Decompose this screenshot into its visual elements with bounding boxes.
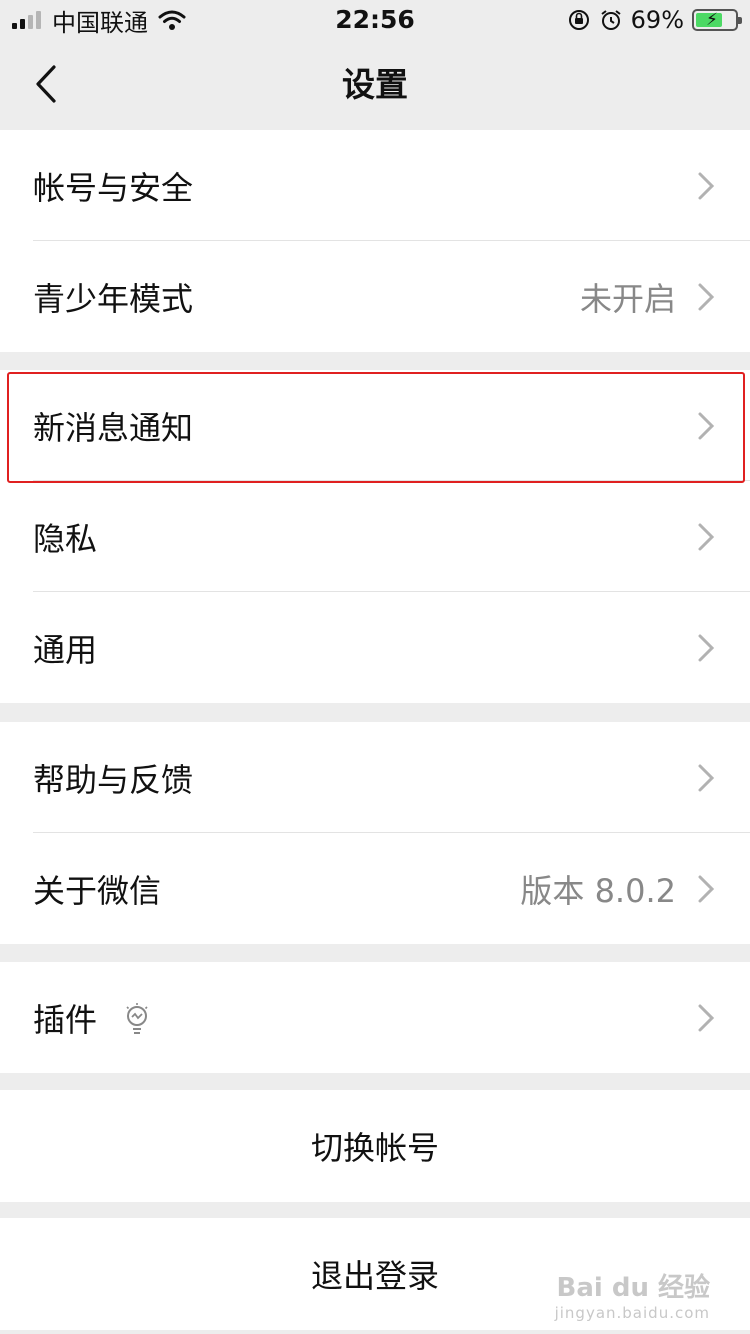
chevron-right-icon	[698, 523, 715, 551]
settings-item-label: 帐号与安全	[33, 168, 194, 207]
settings-item-help-feedback[interactable]: 帮助与反馈	[0, 722, 750, 833]
settings-item-label: 青少年模式	[33, 279, 194, 318]
lightbulb-icon	[126, 1003, 148, 1034]
settings-item-plugins[interactable]: 插件	[0, 962, 750, 1073]
settings-item-label: 帮助与反馈	[33, 760, 194, 799]
settings-item-label: 新消息通知	[33, 408, 194, 447]
navigation-bar: 设置	[0, 40, 750, 130]
chevron-right-icon	[698, 875, 715, 903]
chevron-right-icon	[698, 764, 715, 792]
status-bar: 中国联通 22:56 69% ⚡	[0, 0, 750, 40]
chevron-right-icon	[698, 634, 715, 662]
youth-mode-status: 未开启	[579, 279, 676, 318]
watermark-url: jingyan.baidu.com	[554, 1304, 710, 1322]
battery-percent: 69%	[630, 6, 684, 34]
alarm-icon	[601, 10, 621, 30]
settings-item-about-wechat[interactable]: 关于微信 版本 8.0.2	[0, 833, 750, 944]
chevron-right-icon	[698, 412, 715, 440]
settings-item-label: 通用	[33, 630, 98, 669]
settings-item-label: 隐私	[33, 519, 98, 558]
settings-group-about: 帮助与反馈 关于微信 版本 8.0.2	[0, 722, 750, 944]
settings-group-plugins: 插件	[0, 962, 750, 1073]
chevron-right-icon	[698, 283, 715, 311]
chevron-right-icon	[698, 172, 715, 200]
settings-group-account: 帐号与安全 青少年模式 未开启	[0, 130, 750, 352]
settings-group-notifications: 新消息通知 隐私 通用	[0, 370, 750, 703]
settings-item-youth-mode[interactable]: 青少年模式 未开启	[0, 241, 750, 352]
page-title: 设置	[342, 65, 408, 104]
baidu-jingyan-watermark: Bai du 经验 jingyan.baidu.com	[555, 1267, 710, 1322]
watermark-brand: Bai du 经验	[556, 1273, 711, 1303]
switch-account-button[interactable]: 切换帐号	[0, 1090, 750, 1202]
settings-item-privacy[interactable]: 隐私	[0, 481, 750, 592]
chevron-right-icon	[698, 1004, 715, 1032]
settings-item-label: 关于微信	[33, 871, 162, 910]
version-value: 版本 8.0.2	[520, 871, 676, 910]
settings-item-general[interactable]: 通用	[0, 592, 750, 703]
switch-account-group: 切换帐号	[0, 1090, 750, 1202]
settings-item-label: 插件	[33, 1000, 98, 1039]
settings-item-account-security[interactable]: 帐号与安全	[0, 130, 750, 241]
rotation-lock-icon	[568, 10, 589, 30]
battery-icon: ⚡	[692, 9, 742, 31]
settings-item-new-message-notifications[interactable]: 新消息通知	[0, 370, 750, 481]
